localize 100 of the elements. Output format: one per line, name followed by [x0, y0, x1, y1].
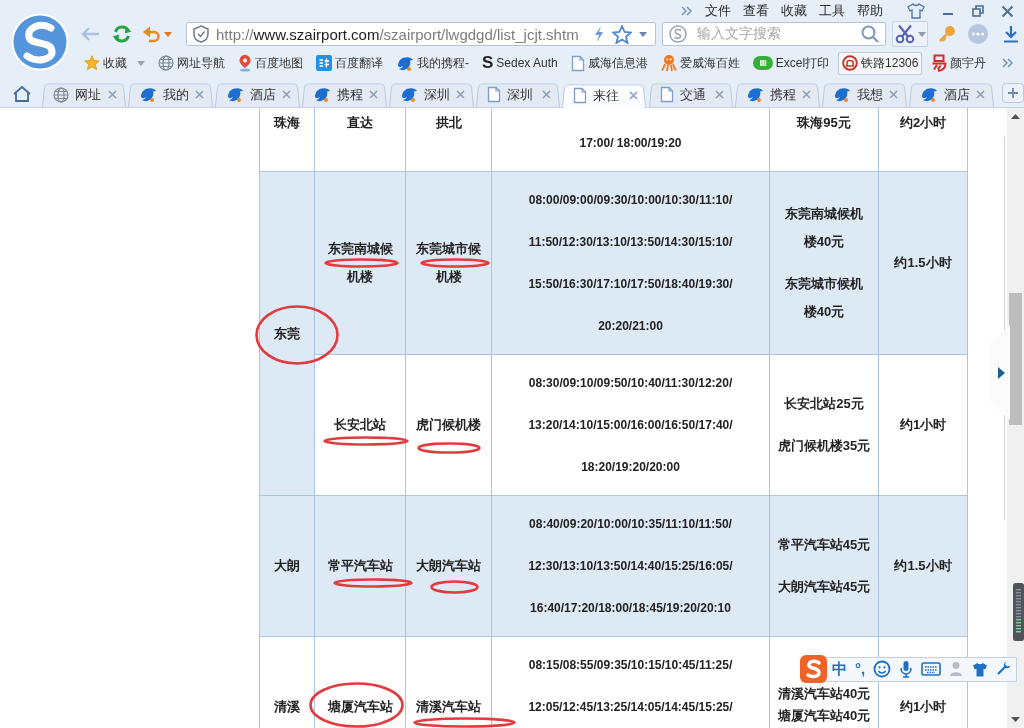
- bookmark-item[interactable]: Excel打印: [748, 51, 834, 75]
- city-name: 珠海: [274, 114, 300, 130]
- bookmark-item[interactable]: 威海信息港: [566, 51, 652, 75]
- restore-icon[interactable]: [971, 4, 985, 18]
- fare-text: 虎门候机楼35元: [777, 437, 871, 455]
- caret-icon: [639, 31, 647, 37]
- plus-icon: [1006, 87, 1019, 99]
- city-name: 清溪: [274, 698, 300, 714]
- globe-icon: [158, 55, 174, 71]
- menu-item[interactable]: 查看: [743, 2, 769, 20]
- close-icon[interactable]: [888, 90, 898, 99]
- input-mode-button[interactable]: 中: [832, 660, 847, 678]
- stop-name: 机楼: [435, 269, 462, 284]
- browser-tab[interactable]: 深圳: [389, 82, 475, 107]
- bookmark-item[interactable]: 铁路12306: [838, 51, 923, 75]
- bookmark-item[interactable]: 爱威海百姓: [656, 51, 744, 75]
- browser-tab[interactable]: 携程: [302, 82, 388, 107]
- browser-tab[interactable]: 携程: [734, 82, 820, 107]
- shirt-icon[interactable]: [972, 661, 989, 677]
- meter-widget-icon: [1013, 583, 1024, 641]
- ellipsis-circle-icon[interactable]: [968, 24, 988, 44]
- s-logo-icon[interactable]: [800, 655, 827, 683]
- close-icon[interactable]: [282, 90, 292, 99]
- bookmark-item[interactable]: 我的携程-: [392, 51, 473, 75]
- new-tab-button[interactable]: [1001, 83, 1024, 103]
- hand-drawn-underline: [417, 442, 481, 454]
- undo-arrow-icon[interactable]: [143, 25, 161, 43]
- bookmark-item[interactable]: 网址导航: [154, 51, 229, 75]
- bookmark-item[interactable]: 收藏: [80, 51, 149, 75]
- menu-item[interactable]: 帮助: [857, 2, 883, 20]
- browser-tab[interactable]: 来往: [562, 83, 647, 108]
- fare-text: 常平汽车站45元: [777, 536, 871, 554]
- octopus-icon: [660, 54, 677, 72]
- pill-icon: [752, 56, 773, 70]
- browser-logo-icon[interactable]: [11, 13, 69, 71]
- close-icon[interactable]: [456, 90, 466, 99]
- star-outline-icon[interactable]: [612, 24, 632, 44]
- triangle-up-icon: [1011, 114, 1020, 119]
- city-name: 大朗: [274, 558, 300, 573]
- close-icon[interactable]: [195, 90, 205, 99]
- lightning-icon[interactable]: [593, 25, 605, 43]
- swoosh-icon: [919, 86, 938, 103]
- punctuation-button[interactable]: °,: [855, 660, 866, 678]
- menu-item[interactable]: 工具: [819, 2, 845, 20]
- browser-tab[interactable]: 网址: [42, 82, 127, 107]
- menu-item[interactable]: 收藏: [781, 2, 807, 20]
- address-field[interactable]: http://www.szairport.com/szairport/lwgdgd/list_jcjt.shtm: [186, 22, 656, 46]
- departure-times: 08:30/09:10/09:50/10:40/11:30/12:20/ 13:20/14:10/15:00/16:00/16:50/17:40/ 18:20/19:20/20:00: [528, 375, 733, 476]
- stop-name: 清溪汽车站: [416, 698, 481, 714]
- browser-tab[interactable]: 我的: [128, 82, 214, 107]
- download-icon[interactable]: [1002, 25, 1020, 43]
- bookmark-item[interactable]: 百度翻译: [312, 51, 387, 75]
- double-chevron-icon[interactable]: [681, 6, 693, 16]
- close-icon[interactable]: [369, 90, 379, 99]
- keyboard-icon[interactable]: [921, 662, 942, 676]
- fare-text: 东莞南城候机 楼40元: [785, 205, 863, 251]
- swoosh-icon: [226, 86, 245, 103]
- fare-text: 珠海95元: [797, 113, 851, 132]
- fare-text: 长安北站25元: [784, 395, 864, 413]
- map-pin-icon: [238, 54, 252, 72]
- fare-text: 大朗汽车站45元: [777, 578, 871, 596]
- bookmark-item[interactable]: S Sedex Auth: [478, 52, 562, 74]
- key-icon[interactable]: [938, 25, 956, 43]
- search-icon[interactable]: [861, 25, 879, 43]
- fare-text: 清溪汽车站40元: [777, 685, 871, 703]
- browser-tab[interactable]: 交通: [648, 82, 733, 107]
- wrench-icon[interactable]: [996, 661, 1013, 677]
- close-icon[interactable]: [1001, 4, 1014, 18]
- close-icon[interactable]: [108, 90, 118, 99]
- home-icon[interactable]: [12, 84, 32, 103]
- browser-tab[interactable]: 我想: [821, 82, 907, 107]
- back-arrow-icon[interactable]: [80, 26, 100, 42]
- browser-tab[interactable]: 酒店: [215, 82, 301, 107]
- close-icon[interactable]: [801, 90, 811, 99]
- stop-name: 长安北站: [334, 417, 386, 432]
- refresh-icon[interactable]: [112, 24, 132, 44]
- browser-tab[interactable]: 酒店: [908, 82, 994, 107]
- stop-name: 大朗汽车站: [416, 558, 481, 573]
- smiley-icon[interactable]: [873, 660, 892, 678]
- triangle-down-icon: [1011, 717, 1020, 722]
- person-icon[interactable]: [949, 661, 965, 677]
- close-icon[interactable]: [628, 91, 638, 100]
- swoosh-icon: [139, 86, 158, 103]
- double-chevron-icon[interactable]: [1002, 58, 1014, 68]
- microphone-icon[interactable]: [899, 660, 914, 678]
- swoosh-icon: [313, 86, 332, 103]
- stop-name: 拱北: [435, 114, 462, 130]
- scissors-button[interactable]: [892, 21, 928, 47]
- swoosh-icon: [400, 86, 419, 103]
- close-icon[interactable]: [542, 90, 552, 99]
- close-icon[interactable]: [975, 90, 985, 99]
- menu-item[interactable]: 文件: [705, 2, 731, 20]
- logo-icon: [931, 54, 948, 72]
- tile-icon: [316, 55, 332, 71]
- shirt-icon[interactable]: [907, 3, 925, 19]
- close-icon[interactable]: [714, 90, 724, 99]
- bookmark-item[interactable]: 颜宇丹: [927, 51, 991, 75]
- browser-tab[interactable]: 深圳: [476, 82, 561, 107]
- bookmark-item[interactable]: 百度地图: [234, 51, 307, 75]
- stop-name: 东莞城市候: [416, 241, 481, 256]
